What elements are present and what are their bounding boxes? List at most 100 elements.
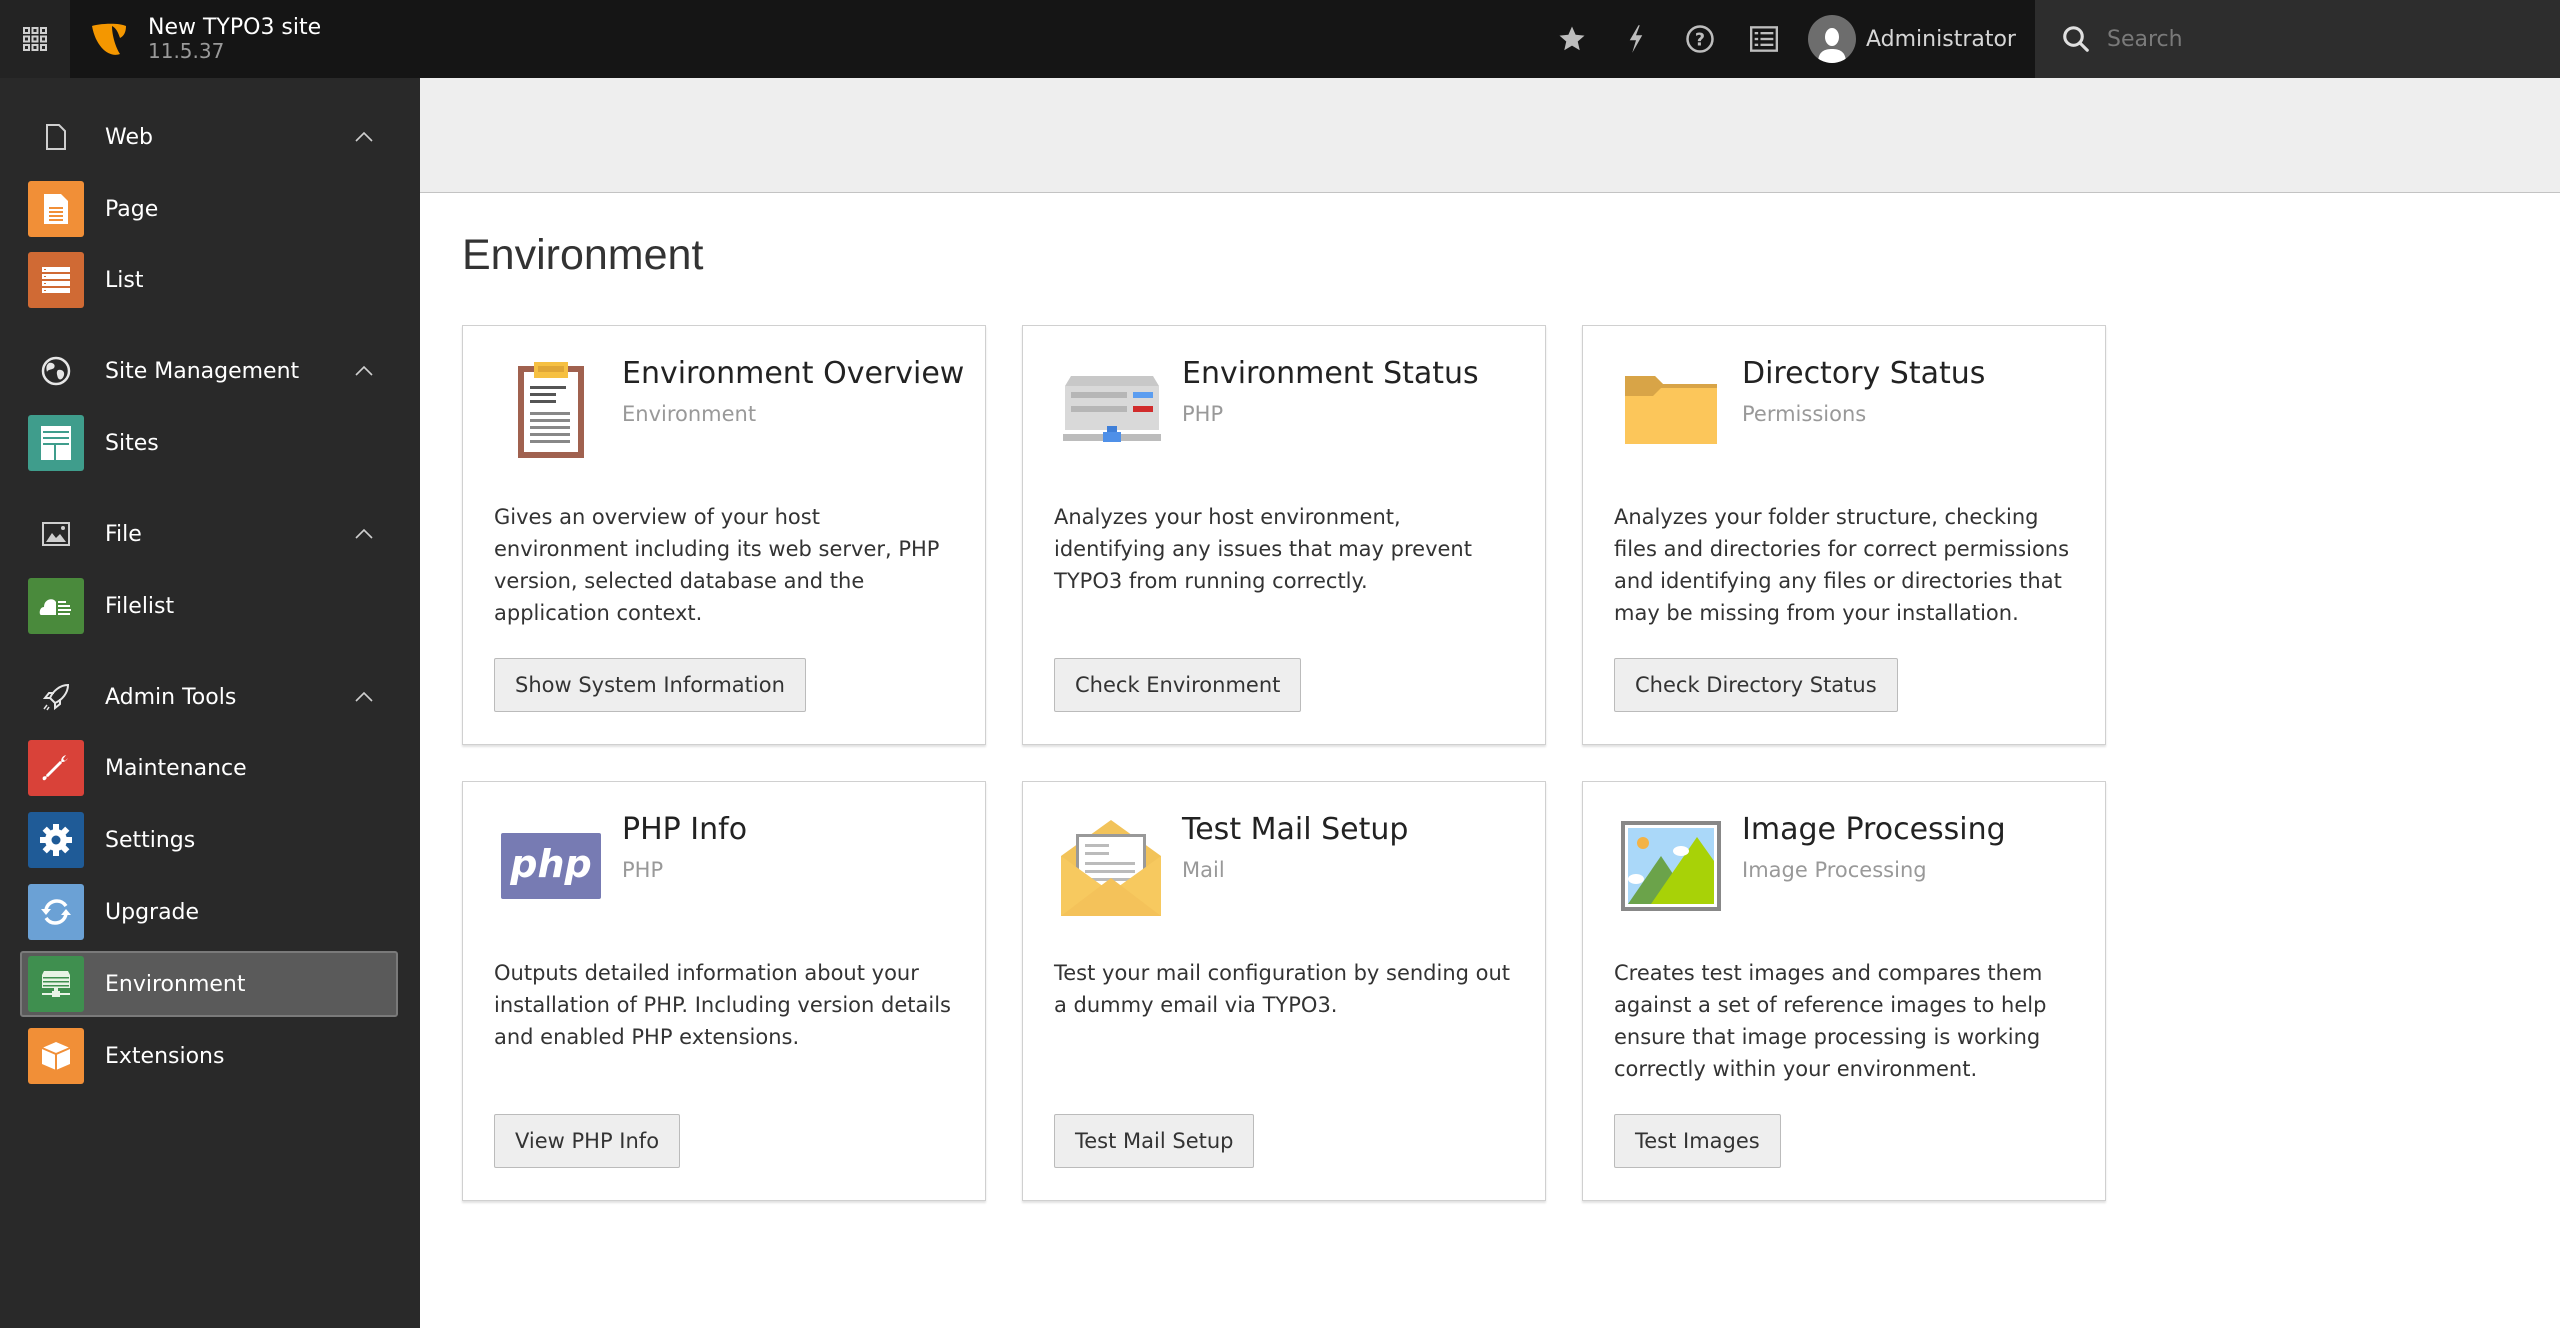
user-menu[interactable]: Administrator — [1808, 15, 2016, 63]
item-label: Filelist — [105, 594, 174, 619]
sidebar-item-upgrade[interactable]: Upgrade — [20, 879, 398, 945]
list-module-icon — [28, 252, 84, 308]
test-images-button[interactable]: Test Images — [1614, 1114, 1781, 1168]
user-name: Administrator — [1866, 27, 2016, 52]
item-label: Maintenance — [105, 756, 247, 781]
item-label: Page — [105, 197, 158, 222]
clear-cache-button[interactable] — [1604, 0, 1668, 78]
doc-header — [420, 78, 2560, 193]
main-content: Environment Environment Overview Environ… — [420, 193, 2560, 1328]
card-title: PHP Info — [622, 812, 747, 847]
site-brand[interactable]: New TYPO3 site 11.5.37 — [88, 0, 321, 78]
site-name: New TYPO3 site — [148, 15, 321, 40]
group-file[interactable]: File — [0, 506, 420, 562]
globe-icon — [28, 343, 84, 399]
bookmarks-button[interactable] — [1540, 0, 1604, 78]
check-directory-status-button[interactable]: Check Directory Status — [1614, 658, 1898, 712]
refresh-icon — [28, 884, 84, 940]
envelope-open-icon — [1061, 816, 1161, 916]
item-label: Settings — [105, 828, 195, 853]
gear-icon — [28, 812, 84, 868]
card-description: Outputs detailed information about your … — [494, 957, 954, 1053]
module-menu-toggle[interactable] — [0, 0, 70, 78]
view-php-info-button[interactable]: View PHP Info — [494, 1114, 680, 1168]
wrench-icon — [28, 740, 84, 796]
toolbar: ? Administrator — [1540, 0, 2016, 78]
card-title: Test Mail Setup — [1182, 812, 1408, 847]
chevron-up-icon[interactable] — [352, 359, 376, 383]
card-subtitle: Permissions — [1742, 402, 1866, 426]
chevron-up-icon[interactable] — [352, 685, 376, 709]
topbar: New TYPO3 site 11.5.37 ? Administrator — [0, 0, 2560, 78]
group-admin-tools[interactable]: Admin Tools — [0, 669, 420, 725]
system-information-icon — [1750, 26, 1778, 52]
card-directory-status: Directory Status Permissions Analyzes yo… — [1582, 325, 2106, 745]
search-bar — [2035, 0, 2560, 78]
card-description: Test your mail configuration by sending … — [1054, 957, 1514, 1021]
card-subtitle: PHP — [1182, 402, 1223, 426]
card-test-mail-setup: Test Mail Setup Mail Test your mail conf… — [1022, 781, 1546, 1201]
card-image-processing: Image Processing Image Processing Create… — [1582, 781, 2106, 1201]
card-title: Directory Status — [1742, 356, 1985, 391]
sidebar-item-maintenance[interactable]: Maintenance — [20, 735, 398, 801]
typo3-version: 11.5.37 — [148, 40, 321, 63]
search-input[interactable] — [2107, 27, 2527, 52]
search-icon — [2061, 24, 2091, 54]
sidebar-item-list[interactable]: List — [20, 247, 398, 313]
item-label: Sites — [105, 431, 159, 456]
page-module-icon — [28, 181, 84, 237]
chevron-up-icon[interactable] — [352, 125, 376, 149]
filelist-module-icon — [28, 578, 84, 634]
group-web[interactable]: Web — [0, 109, 420, 165]
box-icon — [28, 1028, 84, 1084]
card-description: Creates test images and compares them ag… — [1614, 957, 2074, 1085]
group-site-management[interactable]: Site Management — [0, 343, 420, 399]
lightning-icon — [1623, 24, 1649, 54]
card-environment-overview: Environment Overview Environment Gives a… — [462, 325, 986, 745]
card-title: Environment Status — [1182, 356, 1479, 391]
card-php-info: php PHP Info PHP Outputs detailed inform… — [462, 781, 986, 1201]
card-title: Environment Overview — [622, 356, 964, 391]
card-subtitle: Environment — [622, 402, 756, 426]
item-label: Environment — [105, 972, 245, 997]
group-label: File — [105, 522, 142, 547]
card-environment-status: Environment Status PHP Analyzes your hos… — [1022, 325, 1546, 745]
group-label: Web — [105, 125, 153, 150]
server-icon — [28, 956, 84, 1012]
page-outline-icon — [28, 109, 84, 165]
avatar — [1808, 15, 1856, 63]
page-title: Environment — [462, 231, 703, 280]
svg-text:?: ? — [1695, 30, 1705, 50]
system-information-button[interactable] — [1732, 0, 1796, 78]
sidebar-item-settings[interactable]: Settings — [20, 807, 398, 873]
folder-icon — [1621, 360, 1721, 460]
sidebar-item-extensions[interactable]: Extensions — [20, 1023, 398, 1089]
chevron-up-icon[interactable] — [352, 522, 376, 546]
user-icon — [1815, 25, 1849, 63]
card-description: Analyzes your host environment, identify… — [1054, 501, 1514, 597]
landscape-image-icon — [1621, 816, 1721, 916]
sites-module-icon — [28, 415, 84, 471]
server-status-icon — [1061, 360, 1161, 460]
sidebar-item-page[interactable]: Page — [20, 176, 398, 242]
module-menu: Web Page List Site Management Sites File — [0, 78, 420, 1328]
check-environment-button[interactable]: Check Environment — [1054, 658, 1301, 712]
app-grid-icon — [22, 26, 48, 52]
item-label: Upgrade — [105, 900, 199, 925]
group-label: Admin Tools — [105, 685, 236, 710]
sidebar-item-environment[interactable]: Environment — [20, 951, 398, 1017]
show-system-information-button[interactable]: Show System Information — [494, 658, 806, 712]
card-description: Gives an overview of your host environme… — [494, 501, 954, 629]
card-description: Analyzes your folder structure, checking… — [1614, 501, 2074, 629]
svg-text:php: php — [509, 842, 591, 886]
card-subtitle: Mail — [1182, 858, 1225, 882]
sidebar-item-filelist[interactable]: Filelist — [20, 573, 398, 639]
star-icon — [1557, 24, 1587, 54]
group-label: Site Management — [105, 359, 299, 384]
item-label: List — [105, 268, 143, 293]
help-icon: ? — [1685, 24, 1715, 54]
help-button[interactable]: ? — [1668, 0, 1732, 78]
card-title: Image Processing — [1742, 812, 2006, 847]
test-mail-setup-button[interactable]: Test Mail Setup — [1054, 1114, 1254, 1168]
sidebar-item-sites[interactable]: Sites — [20, 410, 398, 476]
